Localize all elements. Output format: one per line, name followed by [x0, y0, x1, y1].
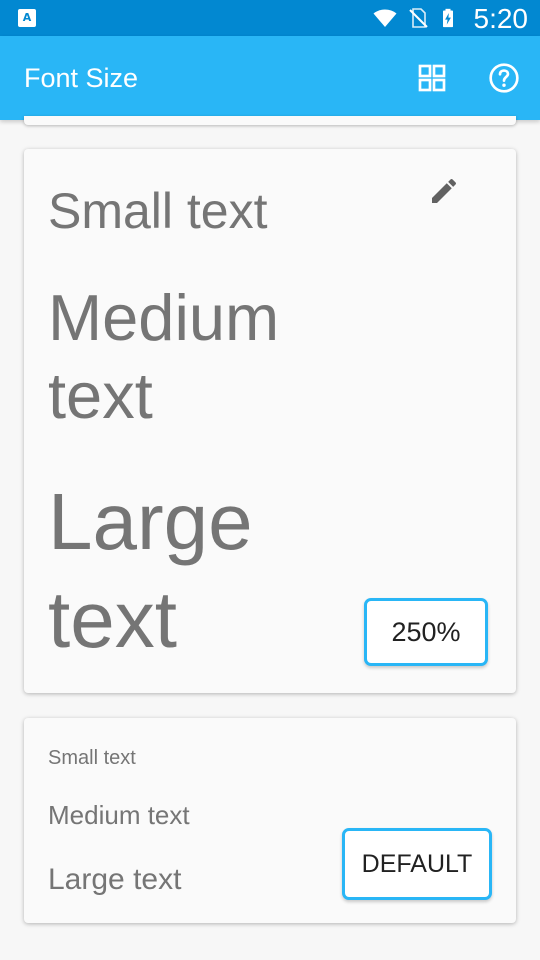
- default-large-text: Large text: [48, 863, 182, 896]
- status-time: 5:20: [473, 3, 529, 34]
- no-sim-icon: [409, 8, 428, 28]
- font-default-card: Small text Medium text Large text DEFAUL…: [24, 718, 516, 923]
- preview-large-text: Large text: [48, 477, 253, 664]
- default-small-text: Small text: [48, 747, 136, 769]
- previous-card: [24, 116, 516, 125]
- help-icon[interactable]: [488, 62, 520, 94]
- default-button[interactable]: DEFAULT: [342, 828, 492, 900]
- pencil-icon[interactable]: [428, 175, 460, 207]
- font-size-screen: A 5:20 Font Size Small text Medium text …: [0, 0, 540, 960]
- wifi-icon: [373, 9, 397, 27]
- scale-percent-button[interactable]: 250%: [364, 598, 488, 666]
- preview-medium-text: Medium text: [48, 281, 280, 432]
- default-medium-text: Medium text: [48, 800, 190, 830]
- status-bar: A 5:20: [0, 0, 540, 36]
- app-bar-title: Font Size: [24, 63, 139, 93]
- app-notification-icon: A: [18, 9, 36, 27]
- grid-view-icon[interactable]: [416, 62, 448, 94]
- preview-small-text: Small text: [48, 183, 268, 239]
- font-preview-card: Small text Medium text Large text 250%: [24, 149, 516, 693]
- app-bar: Font Size: [0, 36, 540, 120]
- battery-charging-icon: [443, 8, 453, 28]
